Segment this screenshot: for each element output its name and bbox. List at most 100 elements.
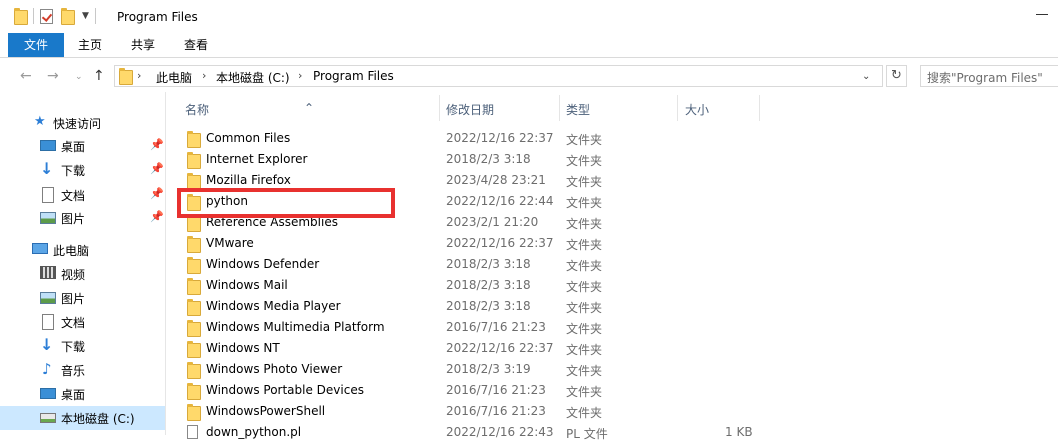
- chevron-right-icon[interactable]: ›: [202, 69, 206, 82]
- list-item[interactable]: Windows Photo Viewer 2018/2/3 3:19 文件夹: [166, 359, 1058, 380]
- list-item[interactable]: Windows NT 2022/12/16 22:37 文件夹: [166, 338, 1058, 359]
- search-placeholder: 搜索"Program Files": [927, 71, 1043, 85]
- folder-icon: [187, 404, 201, 421]
- customize-toolbar-icon[interactable]: ▼: [82, 11, 89, 21]
- breadcrumb-program-files[interactable]: Program Files: [313, 69, 394, 83]
- file-name: VMware: [206, 236, 254, 250]
- file-type: 文件夹: [566, 238, 603, 252]
- folder-icon: [187, 173, 201, 190]
- file-date: 2018/2/3 3:18: [446, 257, 531, 271]
- refresh-button[interactable]: ↻: [886, 65, 907, 87]
- column-divider[interactable]: [559, 95, 560, 121]
- music-icon: ♪: [42, 360, 52, 378]
- nav-desktop[interactable]: 桌面: [0, 382, 165, 406]
- file-name: Windows Portable Devices: [206, 383, 364, 397]
- file-date: 2023/4/28 23:21: [446, 173, 546, 187]
- column-divider[interactable]: [439, 95, 440, 121]
- column-header-name[interactable]: 名称: [185, 101, 209, 118]
- document-icon: [42, 187, 54, 203]
- file-name: Common Files: [206, 131, 291, 145]
- file-date: 2022/12/16 22:37: [446, 131, 554, 145]
- breadcrumb-local-disk[interactable]: 本地磁盘 (C:): [216, 69, 290, 86]
- drive-icon: [40, 413, 56, 423]
- nav-quick-access[interactable]: ★ 快速访问: [0, 111, 165, 135]
- nav-videos[interactable]: 视频: [0, 262, 165, 286]
- recent-locations-icon[interactable]: ⌄: [75, 72, 83, 82]
- chevron-right-icon[interactable]: ›: [298, 69, 302, 82]
- list-item[interactable]: down_python.pl 2022/12/16 22:43 PL 文件 1 …: [166, 422, 1058, 443]
- list-item[interactable]: Internet Explorer 2018/2/3 3:18 文件夹: [166, 149, 1058, 170]
- column-headers: ⌃ 名称 修改日期 类型 大小: [166, 92, 1058, 122]
- up-icon[interactable]: ↑: [93, 68, 105, 84]
- nav-documents-pinned[interactable]: 文档 📌: [0, 183, 165, 207]
- tab-file[interactable]: 文件: [8, 33, 64, 57]
- nav-label: 此电脑: [53, 244, 90, 258]
- file-type: 文件夹: [566, 196, 603, 210]
- address-dropdown-icon[interactable]: ⌄: [862, 71, 870, 82]
- column-header-type[interactable]: 类型: [566, 101, 590, 118]
- tab-home[interactable]: 主页: [70, 33, 110, 57]
- minimize-icon[interactable]: [1036, 14, 1048, 15]
- desktop-icon: [40, 388, 56, 399]
- file-date: 2016/7/16 21:23: [446, 320, 546, 334]
- tab-share[interactable]: 共享: [122, 33, 164, 57]
- nav-documents[interactable]: 文档: [0, 310, 165, 334]
- properties-icon[interactable]: [40, 8, 53, 24]
- file-name: down_python.pl: [206, 425, 302, 439]
- ribbon-tabs: 文件 主页 共享 查看: [0, 33, 1058, 58]
- column-divider[interactable]: [759, 95, 760, 121]
- file-type: 文件夹: [566, 175, 603, 189]
- folder-icon: [187, 236, 201, 253]
- pin-icon[interactable]: 📌: [150, 210, 164, 223]
- nav-pictures[interactable]: 图片: [0, 286, 165, 310]
- back-icon[interactable]: ←: [20, 68, 32, 84]
- file-name: Windows Defender: [206, 257, 320, 271]
- file-date: 2018/2/3 3:19: [446, 362, 531, 376]
- nav-downloads[interactable]: ↓ 下载: [0, 334, 165, 358]
- file-date: 2016/7/16 21:23: [446, 383, 546, 397]
- list-item[interactable]: WindowsPowerShell 2016/7/16 21:23 文件夹: [166, 401, 1058, 422]
- column-header-date[interactable]: 修改日期: [446, 101, 494, 118]
- nav-desktop-pinned[interactable]: 桌面 📌: [0, 134, 165, 158]
- nav-pictures-pinned[interactable]: 图片 📌: [0, 206, 165, 230]
- list-item[interactable]: VMware 2022/12/16 22:37 文件夹: [166, 233, 1058, 254]
- file-date: 2022/12/16 22:37: [446, 236, 554, 250]
- document-icon: [42, 314, 54, 330]
- nav-music[interactable]: ♪ 音乐: [0, 358, 165, 382]
- address-bar[interactable]: › 此电脑 › 本地磁盘 (C:) › Program Files: [114, 65, 883, 87]
- chevron-right-icon[interactable]: ›: [137, 69, 141, 82]
- file-name: Windows NT: [206, 341, 280, 355]
- pictures-icon: [40, 292, 56, 304]
- nav-this-pc[interactable]: 此电脑: [0, 238, 165, 262]
- file-type: 文件夹: [566, 154, 603, 168]
- nav-label: 文档: [61, 316, 86, 330]
- column-divider[interactable]: [677, 95, 678, 121]
- list-item[interactable]: Windows Defender 2018/2/3 3:18 文件夹: [166, 254, 1058, 275]
- list-item[interactable]: Windows Multimedia Platform 2016/7/16 21…: [166, 317, 1058, 338]
- pin-icon[interactable]: 📌: [150, 187, 164, 200]
- pin-icon[interactable]: 📌: [150, 138, 164, 151]
- folder-icon: [187, 341, 201, 358]
- breadcrumb-this-pc[interactable]: 此电脑: [156, 69, 192, 86]
- forward-icon[interactable]: →: [47, 68, 59, 84]
- download-icon: ↓: [40, 159, 54, 178]
- folder-icon: [187, 152, 201, 169]
- list-item[interactable]: Windows Portable Devices 2016/7/16 21:23…: [166, 380, 1058, 401]
- search-input[interactable]: 搜索"Program Files": [920, 65, 1058, 87]
- new-folder-icon[interactable]: [61, 8, 75, 25]
- nav-downloads-pinned[interactable]: ↓ 下载 📌: [0, 158, 165, 182]
- nav-local-disk[interactable]: 本地磁盘 (C:): [0, 406, 165, 430]
- file-name: WindowsPowerShell: [206, 404, 326, 418]
- computer-icon: [32, 243, 48, 254]
- file-type: 文件夹: [566, 322, 603, 336]
- column-header-size[interactable]: 大小: [685, 101, 709, 118]
- tab-view[interactable]: 查看: [175, 33, 217, 57]
- video-icon: [40, 266, 56, 279]
- list-item[interactable]: Common Files 2022/12/16 22:37 文件夹: [166, 128, 1058, 149]
- folder-icon: [187, 257, 201, 274]
- pin-icon[interactable]: 📌: [150, 162, 164, 175]
- file-date: 2018/2/3 3:18: [446, 299, 531, 313]
- list-item[interactable]: Windows Media Player 2018/2/3 3:18 文件夹: [166, 296, 1058, 317]
- list-item[interactable]: Windows Mail 2018/2/3 3:18 文件夹: [166, 275, 1058, 296]
- file-type: 文件夹: [566, 217, 603, 231]
